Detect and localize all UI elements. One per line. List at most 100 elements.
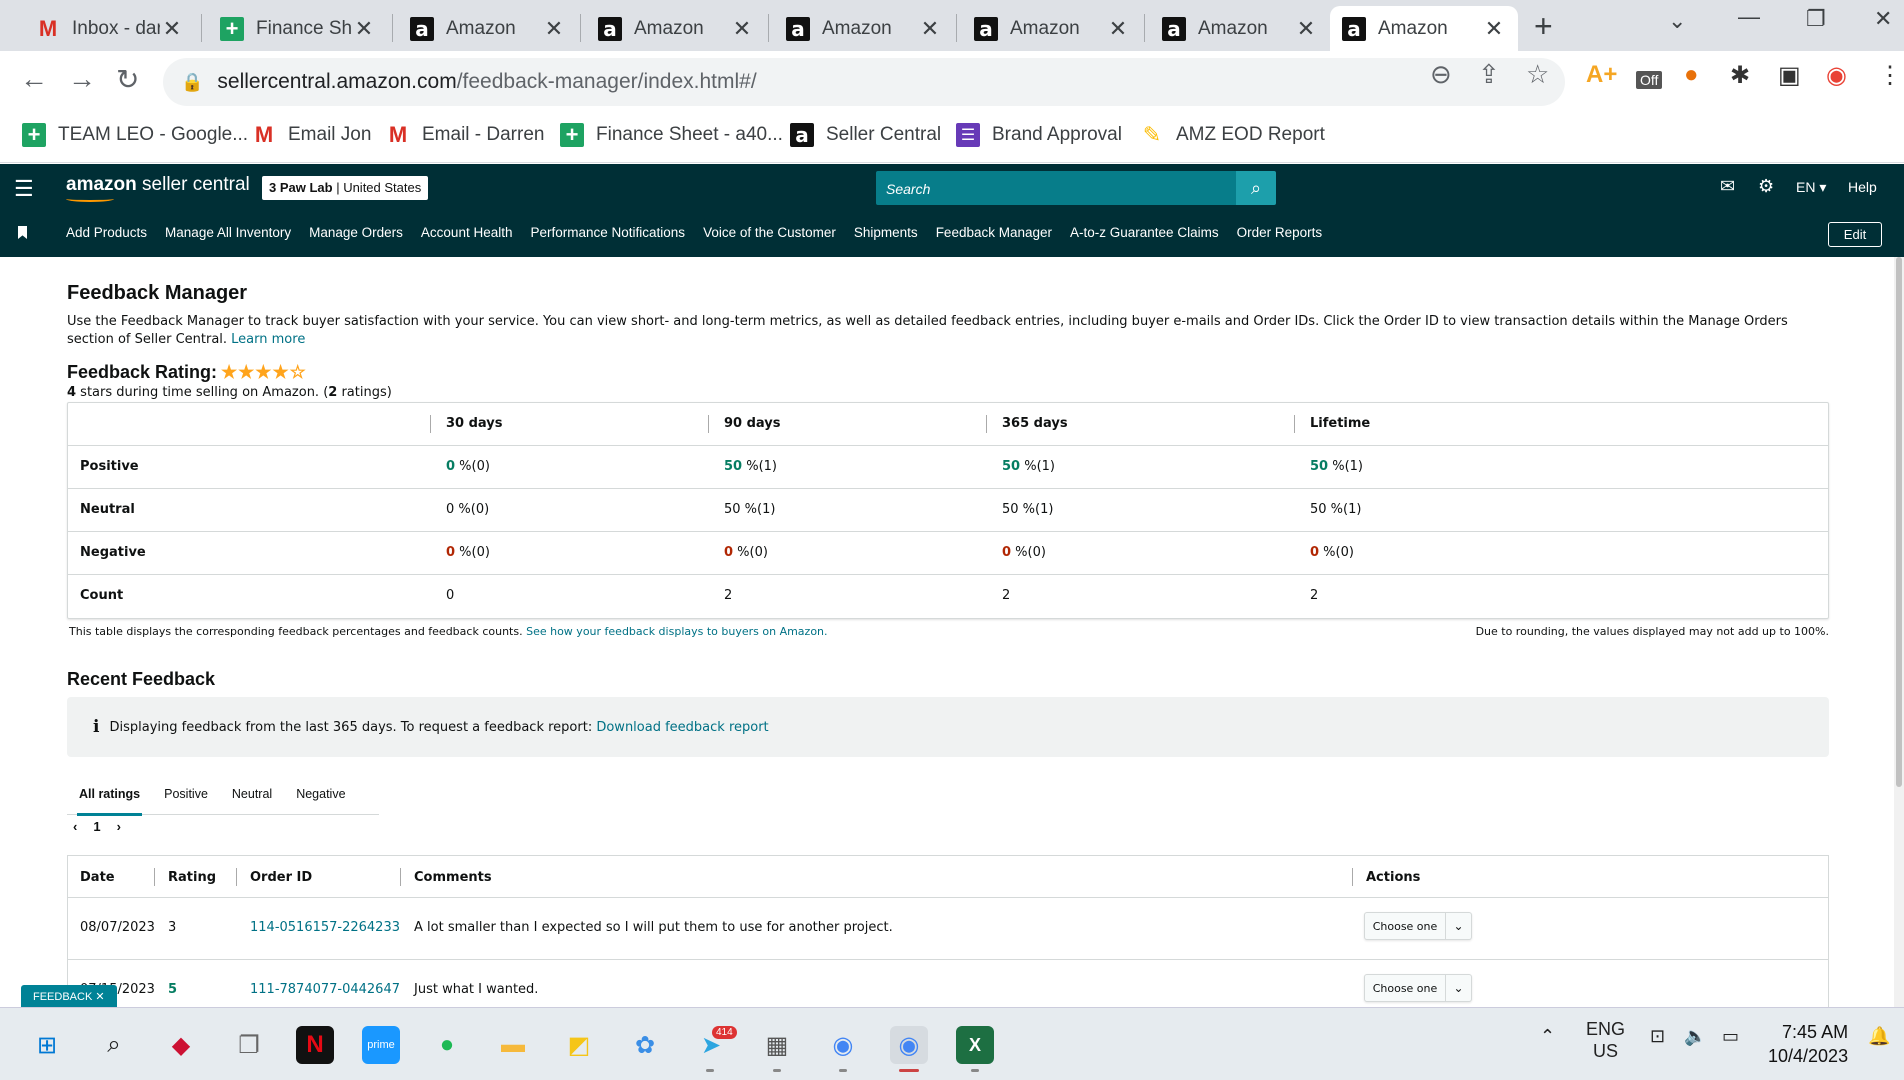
browser-tab-amazon-3[interactable]: a Amazon ✕ — [774, 6, 954, 51]
nav-add-products[interactable]: Add Products — [66, 225, 147, 240]
window-close-icon[interactable]: ✕ — [1874, 6, 1892, 32]
browser-tab-amazon-4[interactable]: a Amazon ✕ — [962, 6, 1142, 51]
nav-shipments[interactable]: Shipments — [854, 225, 918, 240]
nav-voice-of-customer[interactable]: Voice of the Customer — [703, 225, 836, 240]
edit-nav-button[interactable]: Edit — [1828, 222, 1882, 247]
reload-icon[interactable]: ↻ — [116, 63, 139, 96]
network-icon[interactable]: ⊡ — [1650, 1026, 1665, 1047]
tab-search-chevron-icon[interactable]: ⌄ — [1668, 8, 1686, 34]
bookmark-team-leo[interactable]: + TEAM LEO - Google... — [22, 122, 248, 147]
nav-manage-all-inventory[interactable]: Manage All Inventory — [165, 225, 291, 240]
search-button[interactable]: ⌕ — [1236, 171, 1276, 205]
tab-positive[interactable]: Positive — [152, 773, 220, 815]
chevron-up-icon[interactable]: ⌃ — [1540, 1026, 1555, 1047]
close-icon[interactable]: ✕ — [1294, 16, 1318, 42]
mail-icon[interactable]: ✉ — [1720, 176, 1735, 197]
bookmark-icon[interactable] — [18, 226, 27, 239]
page-number[interactable]: 1 — [93, 819, 100, 834]
bookmark-star-icon[interactable]: ☆ — [1526, 59, 1549, 90]
netflix-icon[interactable]: N — [296, 1026, 334, 1064]
order-id-link[interactable]: 114-0516157-2264233 — [250, 920, 400, 935]
battery-icon[interactable]: ▭ — [1722, 1026, 1739, 1047]
paint-icon[interactable]: ✿ — [626, 1026, 664, 1064]
browser-tab-inbox[interactable]: M Inbox - dar ✕ — [24, 6, 196, 51]
close-icon[interactable]: ✕ — [542, 16, 566, 42]
nav-account-health[interactable]: Account Health — [421, 225, 513, 240]
forward-icon[interactable]: → — [68, 63, 96, 95]
calculator-icon[interactable]: ▦ — [758, 1026, 796, 1064]
bookmark-amz-eod-report[interactable]: ✎ AMZ EOD Report — [1140, 122, 1325, 147]
prime-video-icon[interactable]: prime — [362, 1026, 400, 1064]
close-icon[interactable]: ✕ — [1106, 16, 1130, 42]
search-icon[interactable]: ⌕ — [95, 1026, 133, 1064]
action-dropdown[interactable]: Choose one ⌄ — [1364, 912, 1472, 940]
address-bar[interactable]: 🔒 sellercentral.amazon.com/feedback-mana… — [163, 58, 1565, 106]
back-icon[interactable]: ← — [20, 63, 48, 95]
tab-negative[interactable]: Negative — [284, 773, 357, 815]
gear-icon[interactable]: ⚙ — [1758, 176, 1774, 197]
firefox-extension-icon[interactable]: ● — [1684, 61, 1699, 89]
task-view-icon[interactable]: ❐ — [230, 1026, 268, 1064]
windows-start-icon[interactable]: ⊞ — [28, 1026, 66, 1064]
spotify-icon[interactable]: ● — [428, 1026, 466, 1064]
restore-icon[interactable]: ❐ — [1806, 6, 1826, 32]
nav-a-to-z-claims[interactable]: A-to-z Guarantee Claims — [1070, 225, 1219, 240]
browser-tab-amazon-2[interactable]: a Amazon ✕ — [586, 6, 766, 51]
help-link[interactable]: Help — [1848, 179, 1877, 195]
nav-feedback-manager[interactable]: Feedback Manager — [936, 225, 1052, 240]
chevron-right-icon[interactable]: › — [117, 819, 121, 834]
browser-tab-amazon-1[interactable]: a Amazon ✕ — [398, 6, 578, 51]
close-icon[interactable]: ✕ — [160, 16, 184, 42]
see-feedback-link[interactable]: See how your feedback displays to buyers… — [526, 625, 827, 638]
browser-tab-amazon-active[interactable]: a Amazon ✕ — [1330, 6, 1518, 51]
close-icon[interactable]: ✕ — [1482, 16, 1506, 42]
order-id-link[interactable]: 111-7874077-0442647 — [250, 982, 400, 997]
browser-tab-finance[interactable]: + Finance Sh ✕ — [208, 6, 388, 51]
sticky-notes-icon[interactable]: ◩ — [560, 1026, 598, 1064]
ascout-extension-icon[interactable]: A+ — [1586, 61, 1617, 89]
chrome-active-icon[interactable]: ◉ — [890, 1026, 928, 1064]
file-explorer-icon[interactable]: ▬ — [494, 1026, 532, 1064]
search-input[interactable]: Search — [876, 171, 1236, 205]
browser-tab-amazon-5[interactable]: a Amazon ✕ — [1150, 6, 1330, 51]
side-panel-icon[interactable]: ▣ — [1778, 61, 1801, 90]
off-extension-icon[interactable]: Off — [1636, 71, 1663, 89]
nav-manage-orders[interactable]: Manage Orders — [309, 225, 403, 240]
excel-icon[interactable]: X — [956, 1026, 994, 1064]
bookmark-email-jon[interactable]: M Email Jon — [252, 122, 372, 147]
action-dropdown[interactable]: Choose one ⌄ — [1364, 974, 1472, 1002]
bookmark-brand-approval[interactable]: ☰ Brand Approval — [956, 123, 1122, 147]
download-report-link[interactable]: Download feedback report — [596, 720, 768, 735]
chevron-left-icon[interactable]: ‹ — [73, 819, 77, 834]
minimize-icon[interactable]: — — [1738, 4, 1760, 30]
hamburger-menu-icon[interactable]: ☰ — [14, 176, 34, 202]
volume-icon[interactable]: 🔈 — [1684, 1026, 1706, 1047]
language-indicator[interactable]: ENG US — [1586, 1018, 1625, 1062]
feedback-badge[interactable]: FEEDBACK ✕ — [21, 985, 117, 1007]
close-icon[interactable]: ✕ — [352, 16, 376, 42]
seller-central-logo[interactable]: amazon seller central — [66, 174, 250, 202]
store-selector[interactable]: 3 Paw Lab | United States — [262, 176, 429, 200]
menu-kebab-icon[interactable]: ⋮ — [1878, 61, 1902, 90]
tab-all-ratings[interactable]: All ratings — [67, 773, 152, 816]
page-scrollbar[interactable] — [1894, 257, 1904, 1007]
puzzle-extensions-icon[interactable]: ✱ — [1730, 61, 1750, 90]
share-icon[interactable]: ⇪ — [1478, 59, 1500, 90]
notification-bell-icon[interactable]: 🔔 — [1868, 1026, 1890, 1047]
tab-neutral[interactable]: Neutral — [220, 773, 284, 815]
system-clock[interactable]: 7:45 AM 10/4/2023 — [1768, 1020, 1848, 1068]
zoom-icon[interactable]: ⊖ — [1430, 59, 1452, 90]
bookmark-seller-central[interactable]: a Seller Central — [790, 123, 941, 147]
close-icon[interactable]: ✕ — [730, 16, 754, 42]
nav-performance-notifications[interactable]: Performance Notifications — [530, 225, 685, 240]
learn-more-link[interactable]: Learn more — [231, 332, 305, 347]
nav-order-reports[interactable]: Order Reports — [1237, 225, 1323, 240]
copilot-icon[interactable]: ◆ — [162, 1026, 200, 1064]
bookmark-finance-sheet[interactable]: + Finance Sheet - a40... — [560, 122, 783, 147]
close-icon[interactable]: ✕ — [918, 16, 942, 42]
profile-avatar-icon[interactable]: ◉ — [1826, 61, 1847, 90]
bookmark-email-darren[interactable]: M Email - Darren — [386, 122, 545, 147]
language-selector[interactable]: EN ▾ — [1796, 179, 1826, 196]
chrome-icon[interactable]: ◉ — [824, 1026, 862, 1064]
new-tab-button[interactable]: + — [1534, 8, 1553, 45]
